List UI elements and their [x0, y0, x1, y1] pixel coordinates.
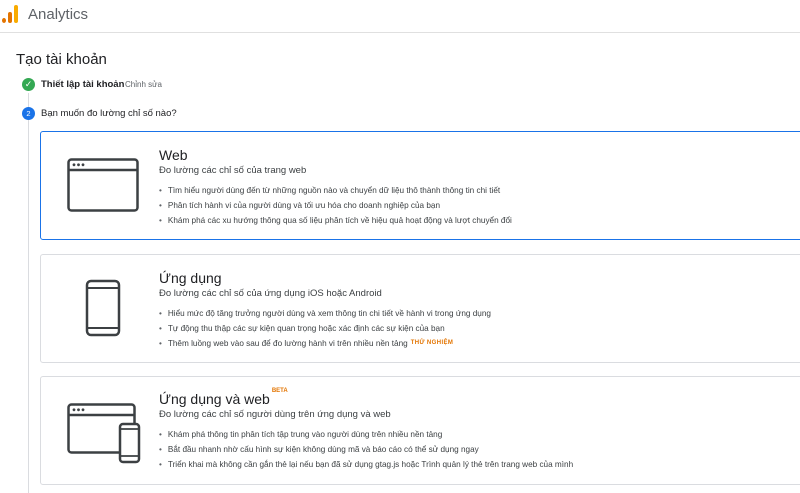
experimental-badge: THỬ NGHIỆM [410, 340, 454, 346]
option-title: Ứng dụng và web BETA [159, 388, 288, 407]
option-title: Ứng dụng [159, 270, 222, 286]
list-item: Thêm luồng web vào sau để đo lường hành … [159, 336, 491, 351]
list-item: Triển khai mà không cần gắn thẻ lại nếu … [159, 457, 573, 472]
top-bar: Analytics [0, 0, 800, 33]
option-bullets: Khám phá thông tin phân tích tập trung v… [159, 427, 573, 472]
option-title: Web [159, 147, 188, 163]
bullet-text: Thêm luồng web vào sau để đo lường hành … [167, 339, 408, 348]
beta-badge: BETA [271, 388, 288, 394]
option-subtitle: Đo lường các chỉ số của ứng dụng iOS hoặ… [159, 288, 382, 299]
list-item: Hiểu mức độ tăng trưởng người dùng và xe… [159, 306, 491, 321]
option-card-web[interactable]: Web Đo lường các chỉ số của trang web Tì… [40, 131, 800, 240]
check-circle-icon: ✓ [22, 78, 35, 91]
option-bullets: Hiểu mức độ tăng trưởng người dùng và xe… [159, 306, 491, 351]
stepper-line [28, 93, 29, 493]
list-item: Phân tích hành vi của người dùng và tối … [159, 198, 512, 213]
list-item: Tìm hiểu người dùng đến từ những nguồn n… [159, 183, 512, 198]
page-title: Tạo tài khoản [16, 51, 107, 68]
option-card-app[interactable]: Ứng dụng Đo lường các chỉ số của ứng dụn… [40, 254, 800, 363]
app-and-web-icon [67, 403, 141, 470]
step-2-label: Bạn muốn đo lường chỉ số nào? [41, 108, 177, 119]
option-card-app-and-web[interactable]: Ứng dụng và web BETA Đo lường các chỉ số … [40, 376, 800, 485]
list-item: Tự động thu thập các sự kiện quan trọng … [159, 321, 491, 336]
analytics-logo-icon[interactable] [2, 5, 18, 23]
option-subtitle: Đo lường các chỉ số của trang web [159, 165, 307, 176]
option-bullets: Tìm hiểu người dùng đến từ những nguồn n… [159, 183, 512, 228]
list-item: Bắt đầu nhanh nhờ cấu hình sự kiện không… [159, 442, 573, 457]
option-title-text: Ứng dụng và web [159, 391, 270, 407]
list-item: Khám phá các xu hướng thông qua số liệu … [159, 213, 512, 228]
mobile-phone-icon [85, 279, 121, 342]
app-title[interactable]: Analytics [28, 6, 88, 23]
edit-step-link[interactable]: Chỉnh sửa [125, 80, 162, 89]
step-2-number: 2 [22, 107, 35, 120]
web-browser-icon [67, 158, 139, 217]
option-subtitle: Đo lường các chỉ số người dùng trên ứng … [159, 409, 391, 420]
step-1-label: Thiết lập tài khoản [41, 79, 125, 90]
list-item: Khám phá thông tin phân tích tập trung v… [159, 427, 573, 442]
